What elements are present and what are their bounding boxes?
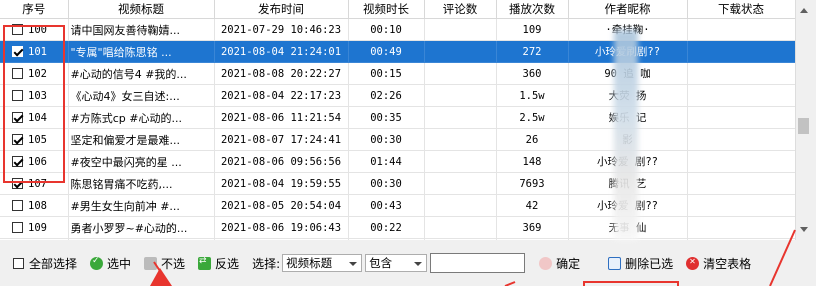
arrow-line-right — [769, 229, 796, 286]
arrow-line-mid — [504, 281, 516, 286]
highlight-box-bottom — [583, 281, 679, 286]
annotation-arrows — [150, 229, 796, 286]
